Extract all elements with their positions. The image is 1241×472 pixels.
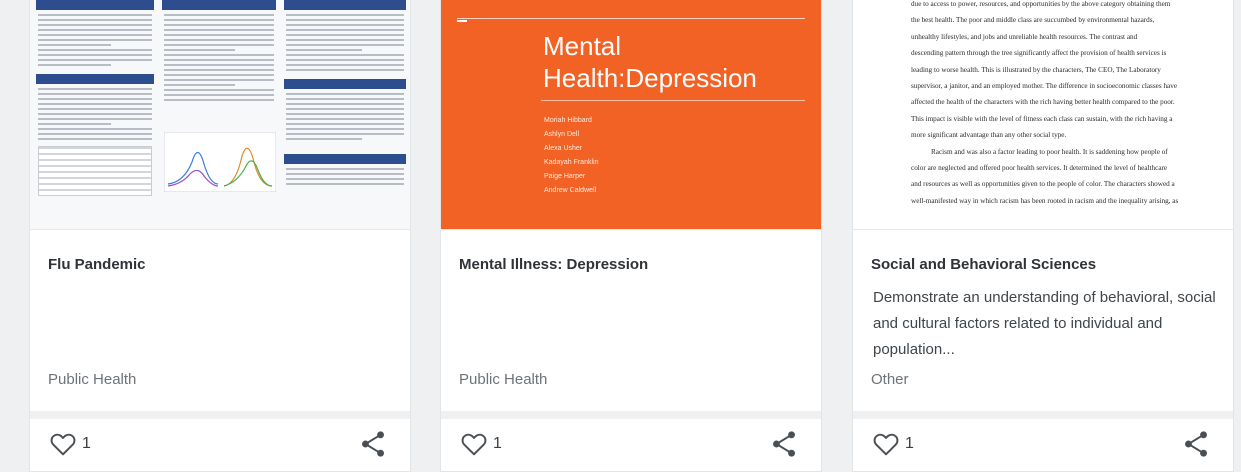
- resource-card-flu-pandemic[interactable]: Flu Pandemic Public Health 1: [29, 0, 411, 472]
- card-category: Other: [871, 371, 909, 388]
- resource-card-mental-illness[interactable]: Mental Health:Depression Moriah Hibbard …: [440, 0, 822, 472]
- like-count: 1: [82, 435, 91, 452]
- like-button[interactable]: 1: [461, 432, 502, 456]
- like-count: 1: [493, 435, 502, 452]
- card-title[interactable]: Social and Behavioral Sciences: [871, 256, 1096, 273]
- card-thumbnail[interactable]: due to access to power, resources, and o…: [853, 0, 1233, 230]
- share-icon[interactable]: [1183, 430, 1209, 458]
- card-divider: [30, 411, 410, 419]
- heart-outline-icon: [461, 433, 487, 456]
- card-description: Demonstrate an understanding of behavior…: [873, 289, 1216, 358]
- card-divider: [853, 411, 1233, 419]
- slide-title: Mental Health:Depression: [543, 31, 757, 93]
- poster-thumbnail: [30, 0, 410, 229]
- card-category: Public Health: [459, 371, 548, 388]
- card-title[interactable]: Flu Pandemic: [48, 256, 146, 273]
- heart-outline-icon: [50, 433, 76, 456]
- heart-outline-icon: [873, 433, 899, 456]
- card-thumbnail[interactable]: Mental Health:Depression Moriah Hibbard …: [441, 0, 821, 230]
- card-category: Public Health: [48, 371, 137, 388]
- card-title[interactable]: Mental Illness: Depression: [459, 256, 648, 273]
- card-divider: [441, 411, 821, 419]
- document-thumbnail: due to access to power, resources, and o…: [853, 0, 1233, 229]
- share-icon[interactable]: [360, 430, 386, 458]
- slide-authors: Moriah Hibbard Ashlyn Dell Alexa Usher K…: [544, 117, 599, 194]
- card-thumbnail[interactable]: [30, 0, 410, 230]
- share-icon[interactable]: [771, 430, 797, 458]
- like-button[interactable]: 1: [50, 432, 91, 456]
- slide-thumbnail: Mental Health:Depression Moriah Hibbard …: [441, 0, 821, 229]
- like-count: 1: [905, 435, 914, 452]
- resource-card-social-behavioral[interactable]: due to access to power, resources, and o…: [852, 0, 1234, 472]
- like-button[interactable]: 1: [873, 432, 914, 456]
